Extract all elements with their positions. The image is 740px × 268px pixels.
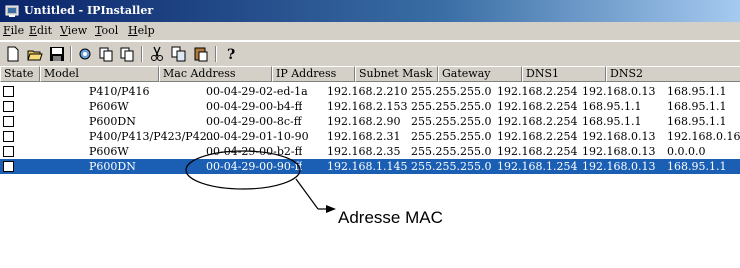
ipinstaller-window: Untitled - IPInstaller File Edit View To…: [0, 0, 740, 268]
arrow-head-icon: [326, 205, 336, 213]
callout-line: [295, 178, 319, 210]
annotation-label: Adresse MAC: [338, 208, 443, 227]
highlight-ellipse: [185, 150, 301, 190]
